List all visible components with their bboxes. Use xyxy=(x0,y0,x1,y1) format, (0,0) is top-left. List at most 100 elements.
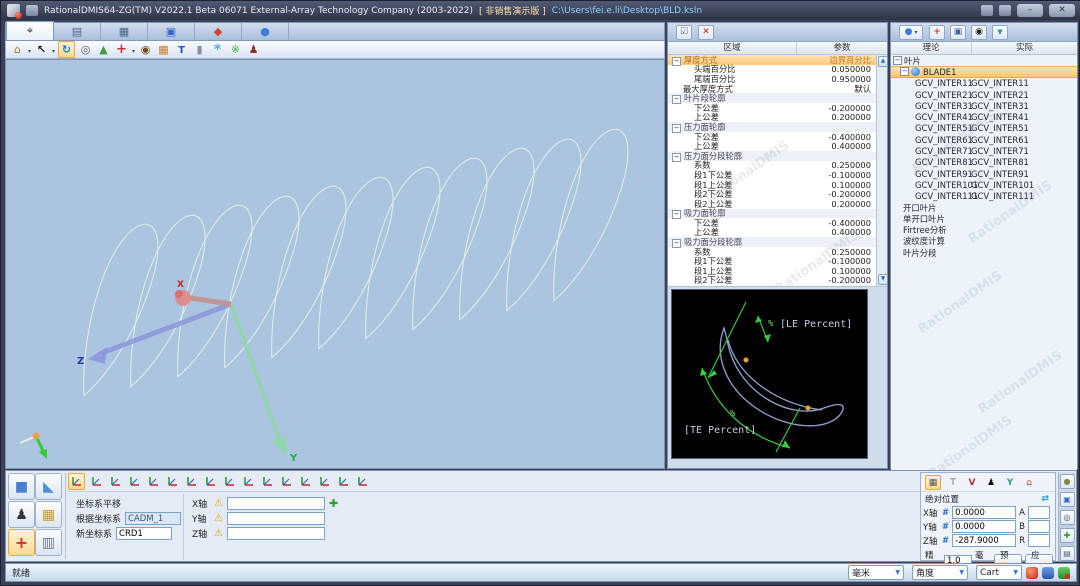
coordinate-tool-icon[interactable] xyxy=(241,474,256,489)
close-button[interactable]: ✕ xyxy=(1049,4,1075,17)
toolbar-icon[interactable] xyxy=(10,42,25,57)
coordinate-tool-icon[interactable] xyxy=(146,474,161,489)
tree-item[interactable]: − BLADE1 xyxy=(891,66,1077,77)
coordinate-tool-icon[interactable] xyxy=(127,474,142,489)
unit-dropdown[interactable]: 毫米▼ xyxy=(848,565,904,580)
tree-toolbar-icon[interactable] xyxy=(971,25,987,40)
coordinate-tool-icon[interactable] xyxy=(68,473,85,490)
table-scrollbar[interactable]: ▲ ▼ xyxy=(876,55,887,286)
axis-offset-input[interactable] xyxy=(227,497,325,510)
coordinate-tool-icon[interactable] xyxy=(279,474,294,489)
toolbar-icon[interactable] xyxy=(78,42,93,57)
tree-item[interactable]: − GCV_INTER101 GCV_INTER101 xyxy=(891,179,1077,190)
status-machine-icon[interactable] xyxy=(1042,567,1054,579)
rotation-value-input[interactable] xyxy=(1028,506,1050,519)
app-icon[interactable] xyxy=(7,4,20,17)
position-tool-icon[interactable] xyxy=(1022,476,1036,489)
strip-icon[interactable] xyxy=(1060,528,1075,543)
coordinate-tool-icon[interactable] xyxy=(203,474,218,489)
position-value-input[interactable] xyxy=(952,534,1016,547)
coordinate-tool-icon[interactable] xyxy=(108,474,123,489)
coordinate-tool-icon[interactable] xyxy=(222,474,237,489)
rotation-value-input[interactable] xyxy=(1028,520,1050,533)
coordinate-tool-icon[interactable] xyxy=(317,474,332,489)
axis-offset-input[interactable] xyxy=(227,512,325,525)
mode-button[interactable] xyxy=(8,473,35,500)
coordinate-tool-icon[interactable] xyxy=(165,474,180,489)
angle-dropdown[interactable]: 角度▼ xyxy=(912,565,968,580)
mode-button[interactable] xyxy=(8,529,35,556)
coordinate-tool-icon[interactable] xyxy=(184,474,199,489)
sphere-view-icon[interactable] xyxy=(899,25,923,40)
toolbar-icon[interactable] xyxy=(138,42,153,57)
tree-item[interactable]: − GCV_INTER61 GCV_INTER61 xyxy=(891,134,1077,145)
tree-item[interactable]: − GCV_INTER21 GCV_INTER21 xyxy=(891,89,1077,100)
coordinate-tool-icon[interactable] xyxy=(89,474,104,489)
toolbar-icon[interactable] xyxy=(174,42,189,57)
ribbon-tab[interactable] xyxy=(6,21,54,40)
tree-item[interactable]: − 叶片分段 xyxy=(891,247,1077,258)
tree-item[interactable]: − 单开口叶片 xyxy=(891,213,1077,224)
viewport-3d[interactable]: Z Y X xyxy=(5,59,665,469)
ribbon-tab[interactable] xyxy=(148,23,195,40)
mode-button[interactable] xyxy=(35,473,62,500)
add-point-icon[interactable]: ✚ xyxy=(329,497,338,510)
axis-offset-input[interactable] xyxy=(227,527,325,540)
toolbar-icon[interactable] xyxy=(34,42,49,57)
new-cs-input[interactable] xyxy=(116,527,172,540)
scroll-down-icon[interactable]: ▼ xyxy=(878,274,887,285)
coordinate-tool-icon[interactable] xyxy=(355,474,370,489)
ribbon-tab[interactable] xyxy=(101,23,148,40)
tree-toolbar-icon[interactable] xyxy=(929,25,945,40)
panel-toolbar-icon[interactable] xyxy=(698,25,714,40)
ribbon-tab[interactable] xyxy=(54,23,101,40)
coordinate-tool-icon[interactable] xyxy=(298,474,313,489)
strip-icon[interactable] xyxy=(1060,492,1075,507)
ribbon-tab[interactable] xyxy=(195,23,242,40)
status-connection-icon[interactable] xyxy=(1058,567,1070,579)
toolbar-icon[interactable] xyxy=(156,42,171,57)
position-tool-icon[interactable] xyxy=(965,476,979,489)
tree-item[interactable]: − 开口叶片 xyxy=(891,202,1077,213)
toolbar-icon[interactable] xyxy=(210,42,225,57)
displays-icon[interactable] xyxy=(981,5,993,16)
tree-item[interactable]: − 波纹度计算 xyxy=(891,236,1077,247)
base-cs-input[interactable] xyxy=(125,512,181,525)
tree-item[interactable]: − GCV_INTER71 GCV_INTER71 xyxy=(891,145,1077,156)
strip-icon[interactable] xyxy=(1060,474,1075,489)
toolbar-icon[interactable] xyxy=(96,42,111,57)
position-tool-icon[interactable] xyxy=(984,476,998,489)
position-value-input[interactable] xyxy=(952,520,1016,533)
status-alarm-icon[interactable] xyxy=(1026,567,1038,579)
tree-item[interactable]: − 叶片 xyxy=(891,55,1077,66)
coordinate-mode-dropdown[interactable]: Cart▼ xyxy=(976,565,1022,580)
strip-icon[interactable] xyxy=(1060,510,1075,525)
tree-item[interactable]: − GCV_INTER81 GCV_INTER81 xyxy=(891,157,1077,168)
tree-item[interactable]: − GCV_INTER31 GCV_INTER31 xyxy=(891,100,1077,111)
tree-item[interactable]: − GCV_INTER111 GCV_INTER111 xyxy=(891,191,1077,202)
position-value-input[interactable] xyxy=(952,506,1016,519)
strip-icon[interactable] xyxy=(1060,546,1075,561)
scroll-up-icon[interactable]: ▲ xyxy=(878,56,887,67)
tree-item[interactable]: − Firtree分析 xyxy=(891,224,1077,235)
tree-toolbar-icon[interactable] xyxy=(992,25,1008,40)
parameter-row[interactable]: 段2下公差 -0.200000 xyxy=(668,276,887,286)
window-menu-icon[interactable] xyxy=(26,5,38,16)
mode-button[interactable] xyxy=(8,501,35,528)
position-tool-icon[interactable] xyxy=(1003,476,1017,489)
coordinate-tool-icon[interactable] xyxy=(336,474,351,489)
expand-icon[interactable]: − xyxy=(900,67,909,76)
coordinate-tool-icon[interactable] xyxy=(260,474,275,489)
mode-button[interactable] xyxy=(35,501,62,528)
toolbar-icon[interactable] xyxy=(246,42,261,57)
sync-icon[interactable]: ⇄ xyxy=(1041,494,1049,504)
tree-item[interactable]: − GCV_INTER91 GCV_INTER91 xyxy=(891,168,1077,179)
tree-item[interactable]: − GCV_INTER51 GCV_INTER51 xyxy=(891,123,1077,134)
toolbar-icon[interactable] xyxy=(192,42,207,57)
tree-toolbar-icon[interactable] xyxy=(950,25,966,40)
camera-tray-icon[interactable] xyxy=(999,5,1011,16)
tree-item[interactable]: − GCV_INTER41 GCV_INTER41 xyxy=(891,111,1077,122)
ribbon-tab[interactable] xyxy=(242,23,289,40)
position-tool-icon[interactable] xyxy=(946,476,960,489)
expand-icon[interactable]: − xyxy=(893,56,902,65)
